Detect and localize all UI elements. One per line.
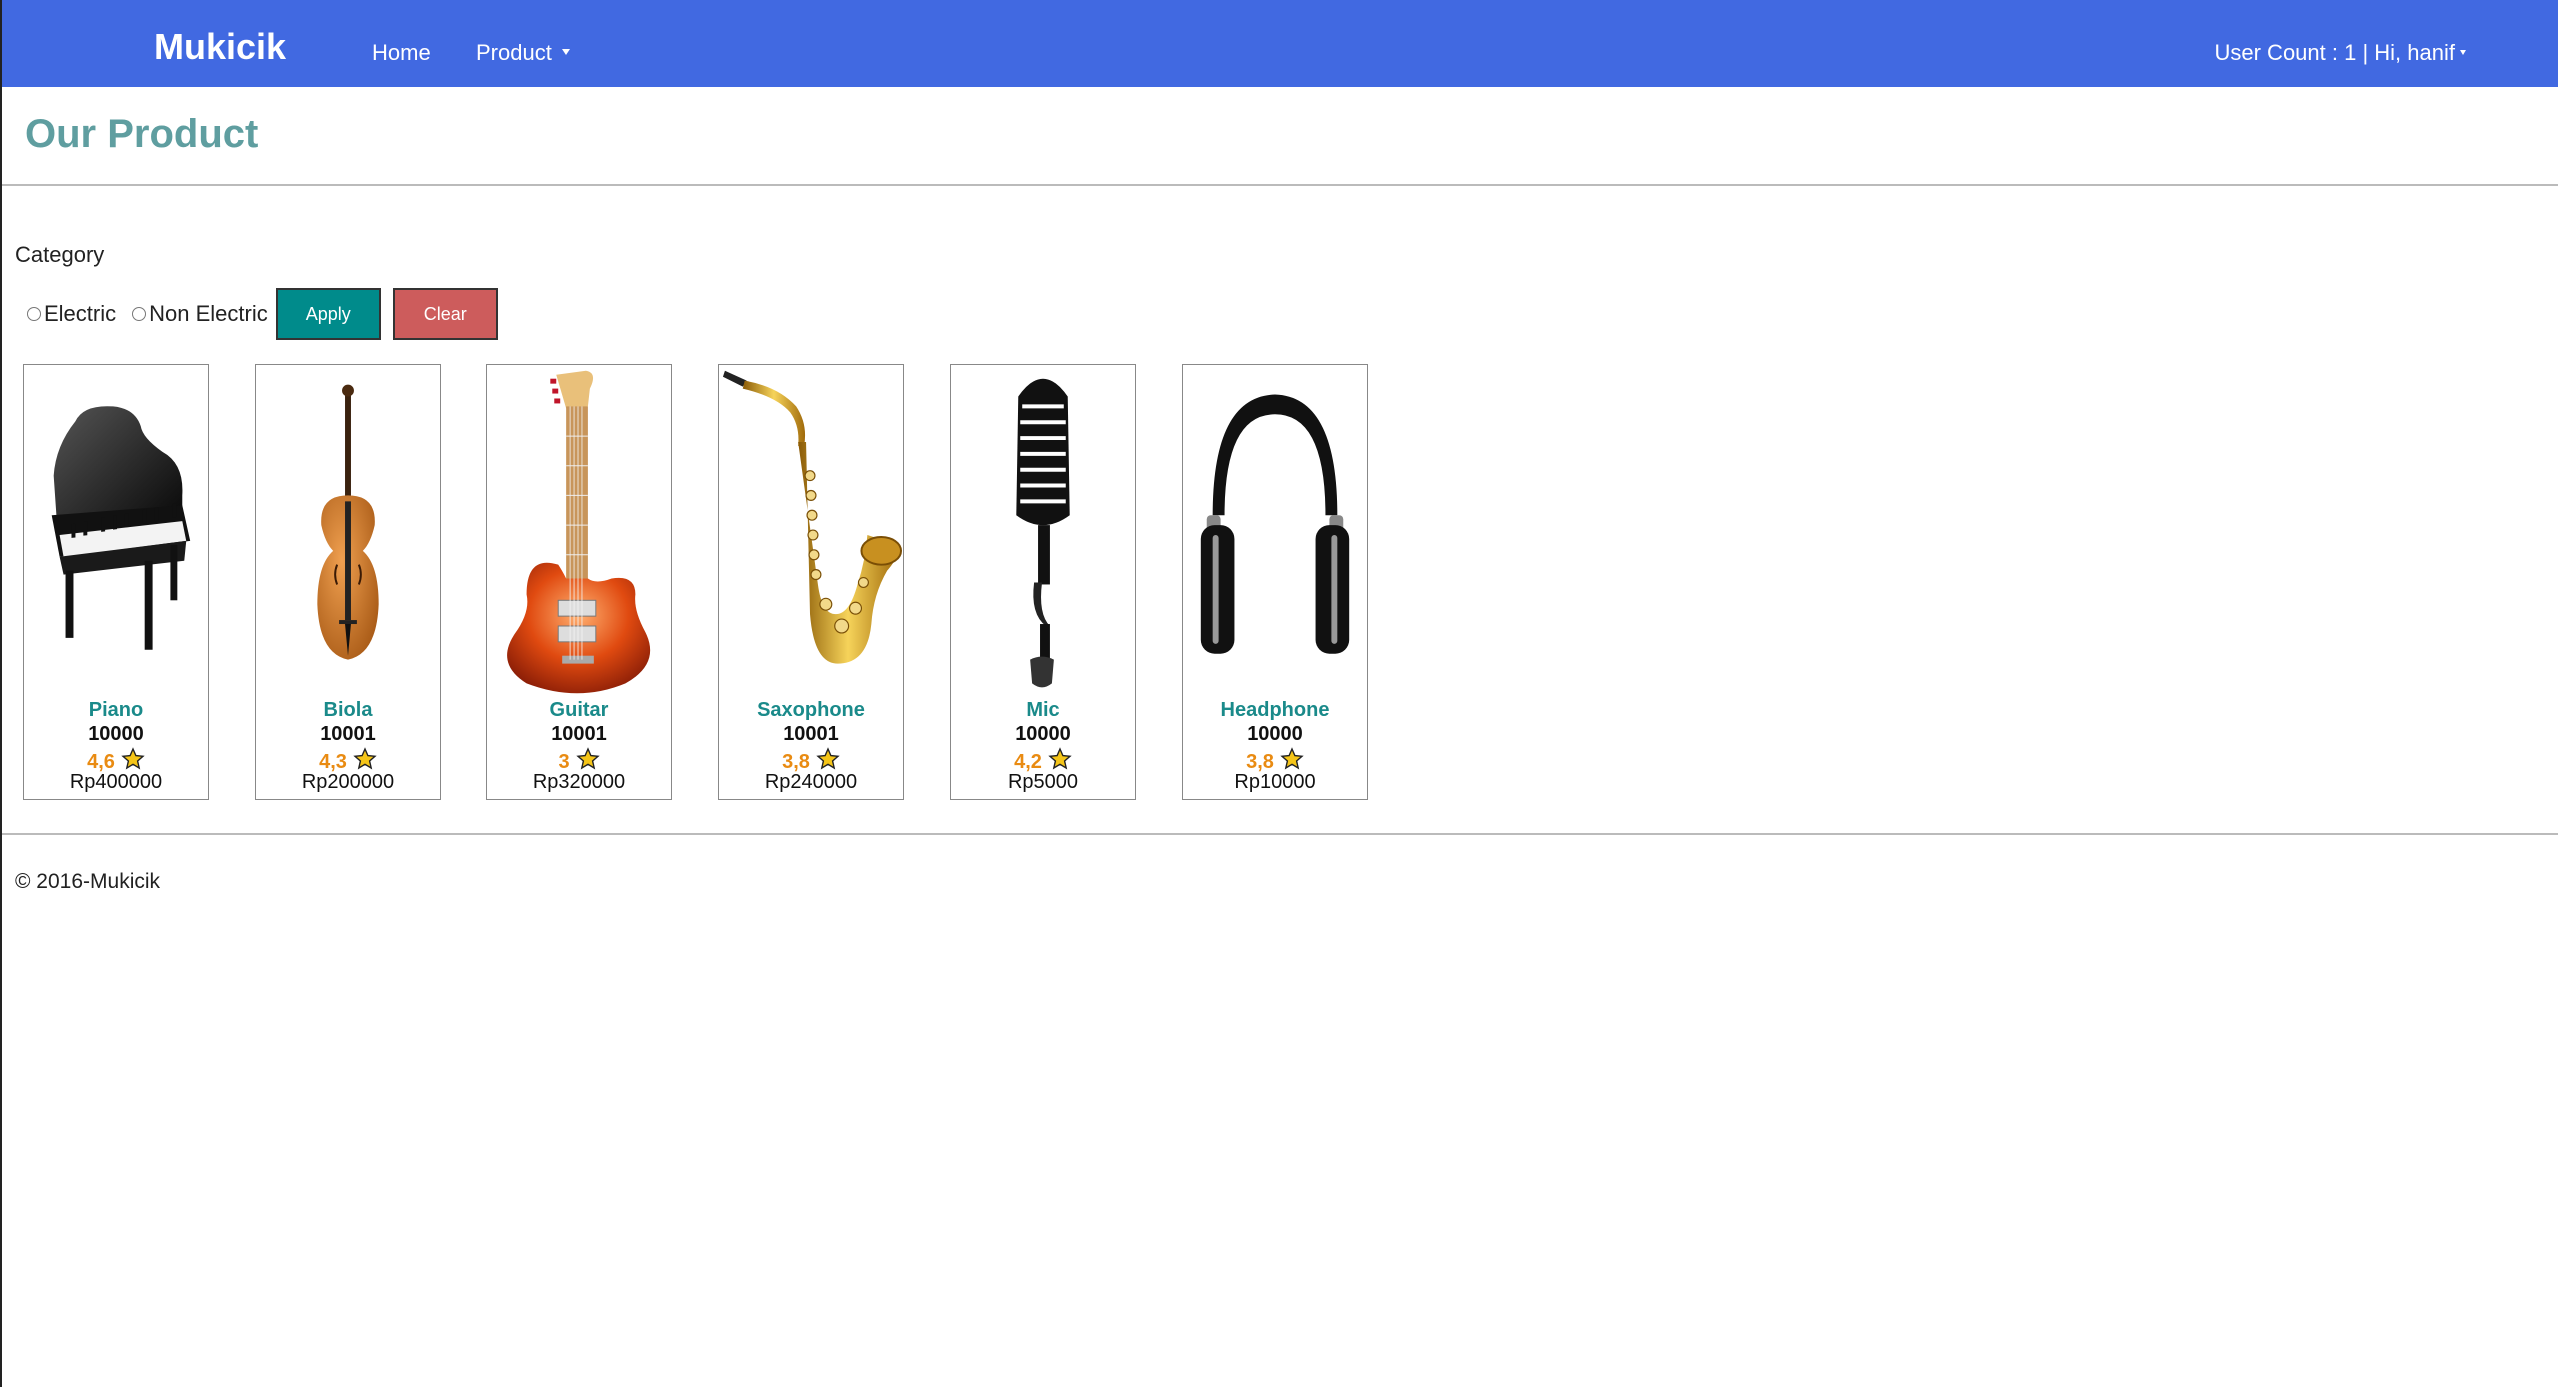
radio-non-electric-wrap[interactable]: Non Electric <box>120 301 272 327</box>
product-rating-value: 3 <box>558 751 570 773</box>
category-filter: Electric Non Electric Apply Clear <box>15 288 498 340</box>
product-name[interactable]: Piano <box>24 699 208 722</box>
product-image[interactable] <box>24 365 208 705</box>
product-rating: 3 <box>487 747 671 774</box>
product-price: Rp5000 <box>1007 771 1079 793</box>
navbar: Mukicik Home Product User Count : 1 | Hi… <box>2 0 2558 87</box>
product-name[interactable]: Headphone <box>1183 699 1367 722</box>
product-price: Rp10000 <box>1234 771 1316 793</box>
product-card-piano[interactable]: Piano 10000 4,6 Rp400000 <box>23 364 209 800</box>
product-rating: 3,8 <box>1183 747 1367 774</box>
star-icon <box>121 747 145 770</box>
caret-down-icon <box>561 49 570 56</box>
saxophone-icon <box>722 370 903 664</box>
product-name[interactable]: Saxophone <box>719 699 903 722</box>
nav-user-area: User Count : 1 | Hi, hanif <box>2214 40 2466 66</box>
star-icon <box>1048 747 1072 770</box>
product-price: Rp200000 <box>301 771 395 793</box>
clear-button[interactable]: Clear <box>392 288 498 340</box>
product-price: Rp400000 <box>69 771 163 793</box>
product-card-mic[interactable]: Mic 10000 4,2 Rp5000 <box>950 364 1136 800</box>
divider <box>2 184 2558 186</box>
guitar-icon <box>507 370 651 694</box>
product-image[interactable] <box>1183 365 1367 705</box>
product-rating: 4,2 <box>951 747 1135 774</box>
product-price: Rp320000 <box>532 771 626 793</box>
product-card-saxophone[interactable]: Saxophone 10001 3,8 Rp240000 <box>718 364 904 800</box>
brand-logo[interactable]: Mukicik <box>154 26 286 68</box>
product-name[interactable]: Mic <box>951 699 1135 722</box>
nav-product-label: Product <box>476 40 552 65</box>
product-rating-value: 4,2 <box>1014 751 1042 773</box>
category-label: Category <box>15 242 105 267</box>
user-greeting: Hi, hanif <box>2374 40 2455 65</box>
product-image[interactable] <box>487 365 671 705</box>
radio-electric-wrap[interactable]: Electric <box>15 301 120 327</box>
star-icon <box>353 747 377 770</box>
product-rating-value: 3,8 <box>1246 751 1274 773</box>
footer-copyright: © 2016-Mukicik <box>15 870 161 893</box>
microphone-icon <box>1016 378 1070 688</box>
product-image[interactable] <box>256 365 440 705</box>
product-stock: 10000 <box>88 723 144 745</box>
user-menu-dropdown[interactable]: Hi, hanif <box>2374 40 2466 65</box>
headphone-icon <box>1200 394 1350 654</box>
product-rating-value: 3,8 <box>782 751 810 773</box>
product-rating-value: 4,6 <box>87 751 115 773</box>
caret-down-icon <box>2460 49 2466 55</box>
product-stock: 10000 <box>1015 723 1071 745</box>
radio-electric[interactable] <box>27 307 41 321</box>
product-rating: 4,6 <box>24 747 208 774</box>
user-count-text: User Count : 1 | <box>2214 40 2375 65</box>
product-rating: 3,8 <box>719 747 903 774</box>
nav-product-dropdown[interactable]: Product <box>476 40 570 66</box>
radio-electric-label[interactable]: Electric <box>44 301 116 327</box>
radio-non-electric[interactable] <box>132 307 147 321</box>
piano-icon <box>51 406 191 650</box>
page-title: Our Product <box>25 112 259 156</box>
divider <box>2 833 2558 835</box>
violin-icon <box>317 384 379 660</box>
product-image[interactable] <box>951 365 1135 705</box>
product-stock: 10001 <box>551 723 607 745</box>
product-price: Rp240000 <box>764 771 858 793</box>
product-stock: 10001 <box>783 723 839 745</box>
product-card-headphone[interactable]: Headphone 10000 3,8 Rp10000 <box>1182 364 1368 800</box>
product-name[interactable]: Biola <box>256 699 440 722</box>
product-name[interactable]: Guitar <box>487 699 671 722</box>
product-rating-value: 4,3 <box>319 751 347 773</box>
page: Mukicik Home Product User Count : 1 | Hi… <box>0 0 2558 1387</box>
product-rating: 4,3 <box>256 747 440 774</box>
product-card-biola[interactable]: Biola 10001 4,3 Rp200000 <box>255 364 441 800</box>
apply-button[interactable]: Apply <box>275 288 381 340</box>
product-stock: 10000 <box>1247 723 1303 745</box>
product-card-guitar[interactable]: Guitar 10001 3 Rp320000 <box>486 364 672 800</box>
star-icon <box>816 747 840 770</box>
nav-home[interactable]: Home <box>372 40 431 66</box>
product-image[interactable] <box>719 365 903 705</box>
star-icon <box>575 747 600 770</box>
star-icon <box>1280 747 1304 770</box>
radio-non-electric-label[interactable]: Non Electric <box>149 301 268 327</box>
product-stock: 10001 <box>320 723 376 745</box>
